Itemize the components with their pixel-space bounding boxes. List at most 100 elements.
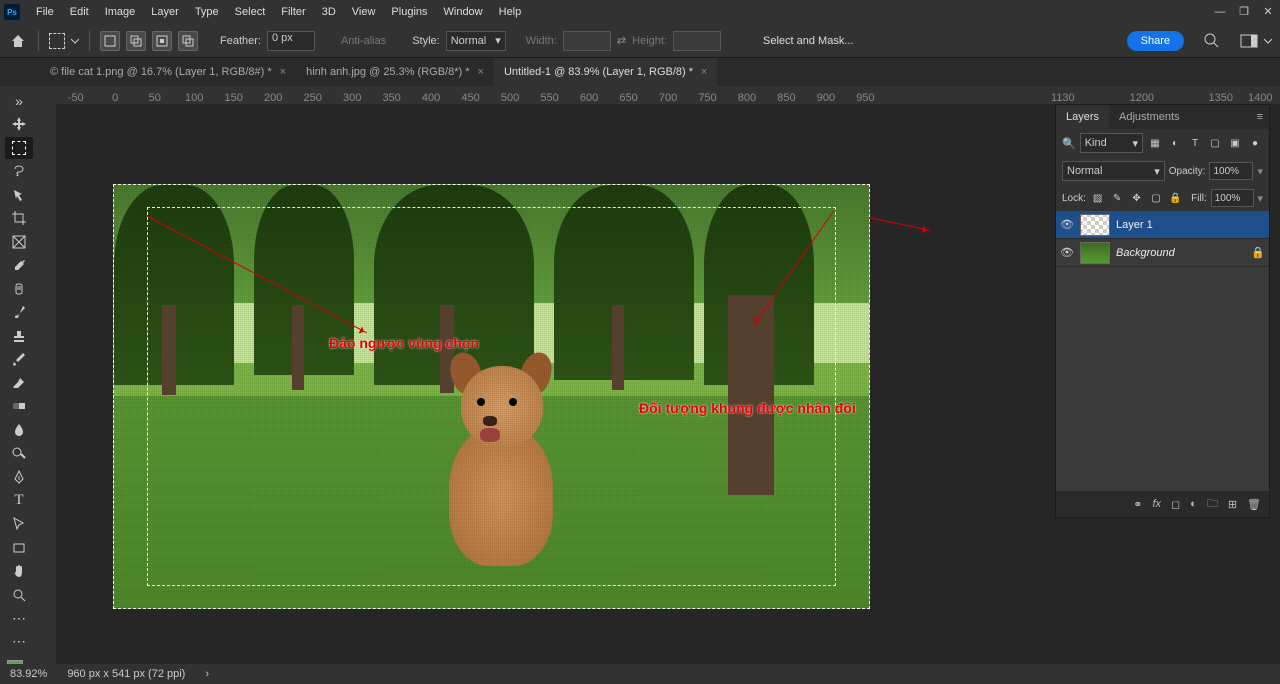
pen-tool[interactable] <box>5 466 33 488</box>
history-brush-tool[interactable] <box>5 349 33 371</box>
lock-position-icon[interactable]: ✥ <box>1129 190 1144 206</box>
mask-icon[interactable]: ◻ <box>1171 498 1180 511</box>
menu-file[interactable]: File <box>28 0 62 24</box>
menu-window[interactable]: Window <box>436 0 491 24</box>
search-icon[interactable]: 🔍 <box>1062 137 1076 150</box>
opacity-input[interactable]: 100% <box>1209 162 1253 180</box>
filter-pixel-icon[interactable]: ▦ <box>1147 135 1163 151</box>
path-select-tool[interactable] <box>5 513 33 535</box>
new-layer-icon[interactable]: ⊞ <box>1228 498 1237 511</box>
ruler-horizontal[interactable]: -500501001502002503003504004505005506006… <box>56 86 1280 104</box>
menu-edit[interactable]: Edit <box>62 0 97 24</box>
marquee-tool[interactable] <box>5 137 33 159</box>
lock-artboard-icon[interactable]: ▢ <box>1148 190 1163 206</box>
minimize-button[interactable]: — <box>1208 0 1232 24</box>
feather-input[interactable]: 0 px <box>267 31 315 51</box>
lasso-tool[interactable] <box>5 161 33 183</box>
layer-item[interactable]: 👁 Layer 1 <box>1056 211 1269 239</box>
search-icon[interactable] <box>1204 33 1220 49</box>
share-button[interactable]: Share <box>1127 31 1184 51</box>
chevron-right-icon[interactable]: › <box>205 668 209 680</box>
eyedropper-tool[interactable] <box>5 255 33 277</box>
link-layers-icon[interactable]: ⚭ <box>1133 498 1142 511</box>
more-tools-icon[interactable]: ⋯ <box>5 607 33 629</box>
filter-smart-icon[interactable]: ▣ <box>1227 135 1243 151</box>
workspace-icon[interactable] <box>1240 34 1258 48</box>
tab-adjustments[interactable]: Adjustments <box>1109 105 1190 129</box>
chevron-down-icon[interactable] <box>71 37 79 45</box>
tab-layers[interactable]: Layers <box>1056 105 1109 129</box>
blur-tool[interactable] <box>5 419 33 441</box>
tab-file-cat[interactable]: © file cat 1.png @ 16.7% (Layer 1, RGB/8… <box>40 58 296 86</box>
move-tool[interactable] <box>5 114 33 136</box>
filter-kind-select[interactable]: Kind▾ <box>1080 133 1143 153</box>
filter-type-icon[interactable]: T <box>1187 135 1203 151</box>
healing-tool[interactable] <box>5 278 33 300</box>
select-and-mask-button[interactable]: Select and Mask... <box>753 31 864 51</box>
doc-info[interactable]: 960 px x 541 px (72 ppi) <box>67 668 185 680</box>
close-button[interactable]: ✕ <box>1256 0 1280 24</box>
style-select[interactable]: Normal▾ <box>446 31 506 51</box>
frame-tool[interactable] <box>5 231 33 253</box>
filter-adjust-icon[interactable]: ◐ <box>1167 135 1183 151</box>
filter-toggle-icon[interactable]: ● <box>1247 135 1263 151</box>
menu-view[interactable]: View <box>344 0 384 24</box>
blend-mode-select[interactable]: Normal▾ <box>1062 161 1165 181</box>
rectangle-tool[interactable] <box>5 537 33 559</box>
close-icon[interactable]: × <box>701 66 707 78</box>
menu-layer[interactable]: Layer <box>143 0 187 24</box>
lock-pixels-icon[interactable]: ✎ <box>1109 190 1124 206</box>
marquee-tool-icon[interactable] <box>49 33 65 49</box>
delete-layer-icon[interactable]: 🗑 <box>1247 498 1261 511</box>
layer-name[interactable]: Layer 1 <box>1116 219 1153 231</box>
hand-tool[interactable] <box>5 560 33 582</box>
selection-add-icon[interactable] <box>126 31 146 51</box>
adjustment-layer-icon[interactable]: ◐ <box>1190 498 1197 510</box>
maximize-button[interactable]: ❐ <box>1232 0 1256 24</box>
layer-thumbnail[interactable] <box>1080 214 1110 236</box>
menu-plugins[interactable]: Plugins <box>383 0 435 24</box>
selection-new-icon[interactable] <box>100 31 120 51</box>
tab-untitled[interactable]: Untitled-1 @ 83.9% (Layer 1, RGB/8) *× <box>494 58 718 86</box>
filter-shape-icon[interactable]: ▢ <box>1207 135 1223 151</box>
zoom-tool[interactable] <box>5 584 33 606</box>
layer-name[interactable]: Background <box>1116 247 1175 259</box>
selection-subtract-icon[interactable] <box>152 31 172 51</box>
close-icon[interactable]: × <box>478 66 484 78</box>
layer-thumbnail[interactable] <box>1080 242 1110 264</box>
stamp-tool[interactable] <box>5 325 33 347</box>
visibility-icon[interactable]: 👁 <box>1060 218 1074 231</box>
gradient-tool[interactable] <box>5 396 33 418</box>
quick-select-tool[interactable] <box>5 184 33 206</box>
fill-input[interactable]: 100% <box>1211 189 1254 207</box>
menu-filter[interactable]: Filter <box>273 0 313 24</box>
lock-all-icon[interactable]: 🔒 <box>1168 190 1183 206</box>
edit-toolbar-icon[interactable]: ⋯ <box>5 631 33 653</box>
panel-menu-icon[interactable]: ≡ <box>1251 111 1269 123</box>
chevron-down-icon[interactable] <box>1264 37 1272 45</box>
collapse-icon[interactable]: » <box>5 90 33 112</box>
selection-intersect-icon[interactable] <box>178 31 198 51</box>
visibility-icon[interactable]: 👁 <box>1060 246 1074 259</box>
tab-hinh-anh[interactable]: hinh anh.jpg @ 25.3% (RGB/8*) *× <box>296 58 494 86</box>
menu-image[interactable]: Image <box>97 0 144 24</box>
eraser-tool[interactable] <box>5 372 33 394</box>
menu-3d[interactable]: 3D <box>314 0 344 24</box>
zoom-level[interactable]: 83.92% <box>10 668 47 680</box>
fx-icon[interactable]: fx <box>1152 498 1161 510</box>
canvas-image[interactable]: Đảo ngược vùng chọn Đối tượng khung được… <box>113 184 870 609</box>
dodge-tool[interactable] <box>5 443 33 465</box>
layer-item[interactable]: 👁 Background 🔒 <box>1056 239 1269 267</box>
ruler-vertical[interactable] <box>38 104 56 664</box>
menu-type[interactable]: Type <box>187 0 227 24</box>
swap-icon[interactable]: ⇄ <box>617 34 626 47</box>
close-icon[interactable]: × <box>280 66 286 78</box>
group-icon[interactable]: 🗀 <box>1207 495 1218 514</box>
lock-transparent-icon[interactable]: ▨ <box>1090 190 1105 206</box>
home-icon[interactable] <box>8 31 28 51</box>
brush-tool[interactable] <box>5 302 33 324</box>
menu-select[interactable]: Select <box>227 0 274 24</box>
menu-help[interactable]: Help <box>491 0 530 24</box>
crop-tool[interactable] <box>5 208 33 230</box>
type-tool[interactable]: T <box>5 490 33 512</box>
